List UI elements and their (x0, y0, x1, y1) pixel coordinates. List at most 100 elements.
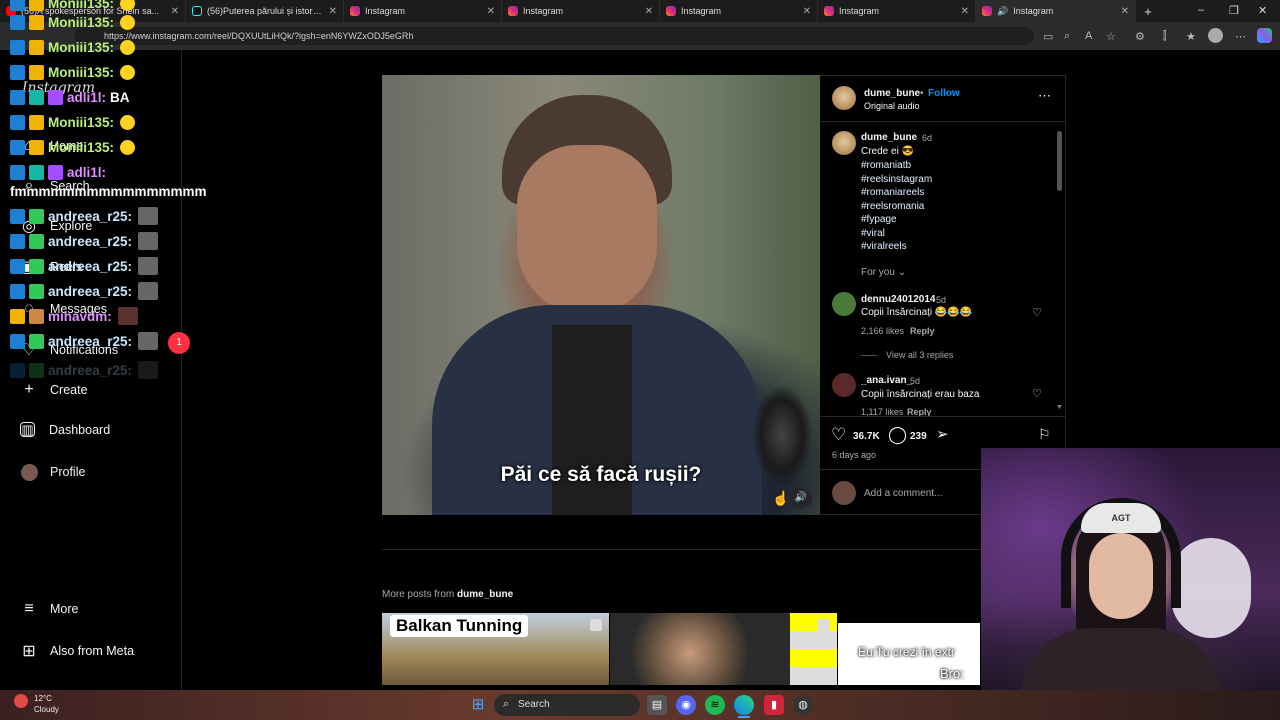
chat-message: Moniii135: (10, 15, 136, 30)
close-icon[interactable]: ✕ (487, 6, 495, 17)
chat-username: andreea_r25: (48, 258, 133, 274)
close-window-button[interactable]: ✕ (1258, 4, 1267, 17)
more-post-thumbnail[interactable]: Balkan Tunning (382, 613, 609, 685)
new-tab-button[interactable]: + (1136, 0, 1160, 22)
weather-widget[interactable]: 12°C Cloudy (34, 693, 59, 715)
zoom-icon[interactable]: ⌕ (1064, 30, 1070, 43)
speaker-icon[interactable]: 🔊 (997, 6, 1008, 17)
plus-icon: + (24, 381, 34, 398)
favorites-icon[interactable]: ★ (1186, 30, 1196, 43)
app-icon[interactable]: ▮ (764, 695, 784, 715)
copilot-icon[interactable] (1257, 28, 1272, 43)
crown-icon (29, 15, 44, 30)
crown-icon (29, 40, 44, 55)
tab-instagram[interactable]: Instagram ✕ (660, 0, 818, 22)
share-icon[interactable]: ➢ (936, 425, 949, 443)
chat-message: andreea_r25: (10, 282, 159, 300)
sidebar-item-profile[interactable]: Profile (20, 463, 85, 481)
task-view-icon[interactable]: ▤ (647, 695, 667, 715)
sidebar-item-dashboard[interactable]: ▥ Dashboard (20, 422, 110, 437)
for-you-dropdown[interactable]: For you ⌄ (861, 267, 906, 278)
volume-icon[interactable]: 🔊 (790, 487, 812, 509)
commenter-avatar[interactable] (832, 373, 856, 397)
crown-icon (29, 115, 44, 130)
tab-instagram[interactable]: Instagram ✕ (818, 0, 976, 22)
like-icon[interactable]: ♡ (831, 425, 846, 445)
taskbar-search[interactable]: ⌕ Search (494, 694, 640, 716)
comment-icon[interactable]: ◯ (888, 425, 907, 445)
read-aloud-icon[interactable]: A (1085, 30, 1092, 42)
audio-label[interactable]: Original audio (864, 101, 920, 111)
follow-button[interactable]: Follow (928, 88, 960, 99)
spotify-icon[interactable]: ≋ (705, 695, 725, 715)
more-posts-heading: More posts from dume_bune (382, 589, 513, 600)
more-menu-icon[interactable]: ⋯ (1235, 30, 1246, 43)
tab-instagram[interactable]: Instagram ✕ (344, 0, 502, 22)
reply-button[interactable]: Reply (910, 326, 935, 336)
close-icon[interactable]: ✕ (171, 6, 179, 17)
comment-likes[interactable]: 2,166 likes (861, 326, 904, 336)
chat-message: andreea_r25: (10, 332, 159, 350)
comment-like-icon[interactable]: ♡ (1032, 306, 1042, 319)
reel-video[interactable]: Păi ce să facă rușii? 🔊 ☝ (382, 75, 820, 515)
scrollbar-thumb[interactable] (1057, 131, 1062, 191)
tab-tiktok[interactable]: (56)Puterea părului și istoria sa fa... … (186, 0, 344, 22)
author-avatar[interactable] (832, 131, 856, 155)
close-icon[interactable]: ✕ (645, 6, 653, 17)
maximize-button[interactable]: ❐ (1229, 4, 1239, 17)
comment-username[interactable]: dennu24012014 (861, 294, 936, 305)
sidebar-item-also-from-meta[interactable]: ⊞ Also from Meta (20, 642, 134, 660)
like-count[interactable]: 36.7K (853, 431, 880, 442)
thumbnail-text: Eu:Tu crezi în extr (858, 645, 955, 659)
tab-instagram-active[interactable]: 🔊 Instagram ✕ (976, 0, 1136, 22)
author-avatar[interactable] (832, 86, 856, 110)
weather-icon[interactable] (14, 694, 28, 708)
hashtag-link[interactable]: #fypage (861, 213, 932, 227)
hashtag-link[interactable]: #viral (861, 227, 932, 241)
chat-message: Moniii135: (10, 115, 136, 130)
minimize-button[interactable]: – (1198, 4, 1204, 16)
bookmark-icon[interactable]: ⚐ (1038, 426, 1051, 443)
close-icon[interactable]: ✕ (329, 6, 337, 17)
hashtag-link[interactable]: #romaniatb (861, 159, 932, 173)
split-screen-icon[interactable]: ⫿ (1163, 30, 1167, 43)
url-field[interactable]: https://www.instagram.com/reel/DQXUUtLiH… (74, 27, 1034, 45)
sidebar-item-more[interactable]: ≡ More (20, 600, 78, 618)
close-icon[interactable]: ✕ (1121, 6, 1129, 17)
badge-icon (29, 90, 44, 105)
close-icon[interactable]: ✕ (803, 6, 811, 17)
app-icon[interactable]: ◍ (793, 695, 813, 715)
more-post-thumbnail[interactable]: Eu:Tu crezi în extr Bro: (838, 613, 980, 685)
crown-icon (29, 65, 44, 80)
more-options-icon[interactable]: ⋯ (1038, 88, 1051, 104)
discord-icon[interactable]: ◉ (676, 695, 696, 715)
windows-taskbar (0, 690, 1280, 720)
favorite-star-icon[interactable]: ☆ (1106, 30, 1116, 43)
app-available-icon[interactable]: ▭ (1043, 30, 1053, 43)
author-username[interactable]: dume_bune (864, 88, 920, 99)
emote-icon (120, 115, 136, 130)
more-post-thumbnail[interactable] (610, 613, 837, 685)
comment-like-icon[interactable]: ♡ (1032, 387, 1042, 400)
extensions-icon[interactable]: ⚙ (1135, 30, 1145, 43)
emote-icon (117, 307, 138, 325)
comment-username[interactable]: _ana.ivan_ (861, 375, 912, 386)
crown-icon (29, 140, 44, 155)
sidebar-item-create[interactable]: + Create (20, 381, 87, 399)
edge-icon[interactable] (734, 695, 754, 715)
hashtag-link[interactable]: #romaniareels (861, 186, 932, 200)
scroll-down-icon[interactable]: ▼ (1056, 404, 1063, 411)
add-comment-input[interactable]: Add a comment... (864, 488, 942, 499)
profile-avatar[interactable] (1208, 28, 1223, 43)
close-icon[interactable]: ✕ (961, 6, 969, 17)
commenter-avatar[interactable] (832, 292, 856, 316)
windows-start-icon[interactable]: ⊞ (468, 695, 488, 715)
hashtag-link[interactable]: #viralreels (861, 240, 932, 254)
view-replies-button[interactable]: View all 3 replies (886, 350, 953, 360)
tab-instagram[interactable]: Instagram ✕ (502, 0, 660, 22)
chat-message: adli1l: BA (10, 90, 130, 105)
hashtag-link[interactable]: #reelsinstagram (861, 173, 932, 187)
caption-username[interactable]: dume_bune (861, 132, 917, 143)
hashtag-link[interactable]: #reelsromania (861, 200, 932, 214)
more-posts-author[interactable]: dume_bune (457, 589, 513, 600)
